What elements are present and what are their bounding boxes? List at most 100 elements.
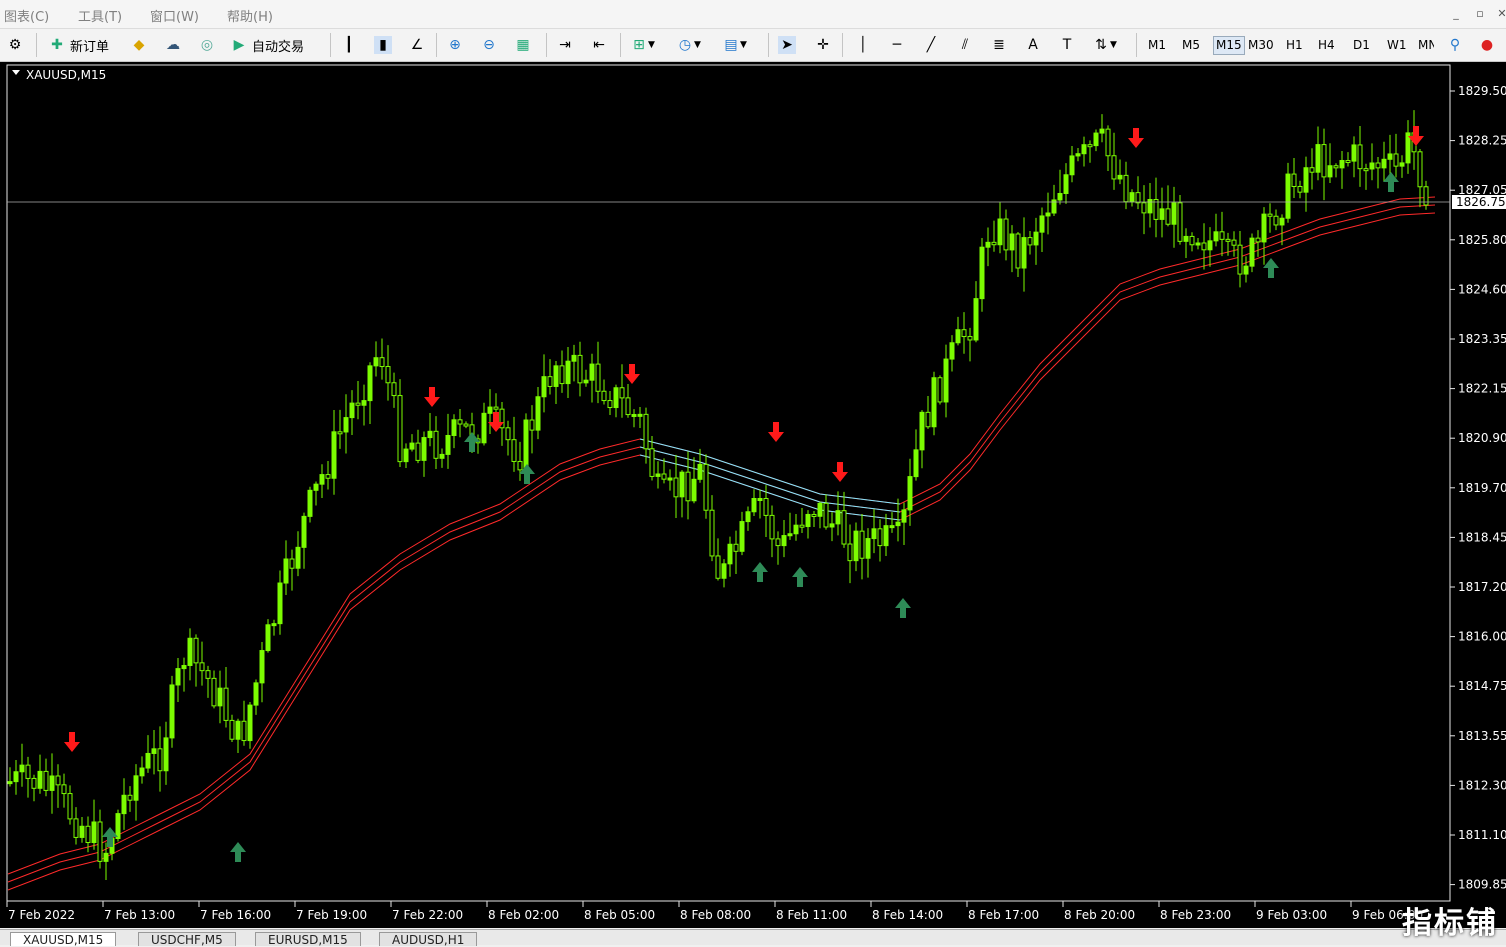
timeframe-m5[interactable]: M5 [1182, 38, 1200, 52]
buy-arrow-icon [895, 598, 911, 618]
candle-body [829, 523, 835, 528]
candle-body [1177, 202, 1183, 242]
candle-body [973, 298, 979, 341]
chart-properties-button[interactable]: ⚙ [6, 33, 24, 57]
candle-body [487, 406, 493, 414]
candle-body [1027, 237, 1033, 246]
candle-body [1261, 213, 1267, 243]
bar-chart-button[interactable]: ┃ [340, 33, 358, 57]
candle-body [31, 777, 37, 789]
text-button[interactable]: A [1024, 33, 1042, 57]
candle-body [25, 764, 31, 779]
candle-body [511, 439, 517, 462]
chart-shift-button[interactable]: ⇤ [590, 33, 608, 57]
candle-body [49, 775, 55, 791]
candle-body [673, 477, 679, 498]
candle-body [313, 483, 319, 491]
crosshair-button[interactable]: ✛ [814, 33, 832, 57]
candle-body [277, 582, 283, 625]
candle-body [13, 771, 19, 783]
restore-button[interactable]: ▫ [1470, 5, 1490, 23]
menu-window[interactable]: 窗口(W) [150, 6, 199, 25]
candle-body [1015, 233, 1021, 269]
candle-body [727, 543, 733, 565]
timeframe-mn[interactable]: MN [1418, 38, 1434, 52]
candle-body [733, 543, 739, 552]
candle-body [853, 530, 859, 562]
auto-scroll-button[interactable]: ⇥ [556, 33, 574, 57]
close-button[interactable]: ✕ [1492, 5, 1506, 23]
timeframe-m30[interactable]: M30 [1248, 38, 1274, 52]
symbol-label: XAUUSD,M15 [26, 68, 106, 82]
timeframe-w1[interactable]: W1 [1387, 38, 1407, 52]
candle-body [1327, 165, 1333, 178]
timeframe-m1[interactable]: M1 [1148, 38, 1166, 52]
candle-body [1153, 199, 1159, 220]
candle-body [721, 563, 727, 579]
price-chart[interactable]: 1829.50 1828.25 1827.05 1825.80 1824.60 1823.… [0, 62, 1506, 928]
candle-body [859, 530, 865, 559]
templates-button[interactable]: ▤ ▼ [722, 33, 747, 57]
menu-help[interactable]: 帮助(H) [227, 6, 273, 25]
new-order-button[interactable]: ✚ 新订单 [48, 33, 109, 57]
line-chart-button[interactable]: ∠ [408, 33, 426, 57]
indicators-button[interactable]: ⊞ ▼ [630, 33, 655, 57]
notifications-button[interactable]: ● [1478, 33, 1496, 57]
timeframe-m15[interactable]: M15 [1213, 36, 1245, 55]
candle-body [451, 419, 457, 436]
new-order-icon: ✚ [51, 37, 63, 53]
timeframe-h4[interactable]: H4 [1318, 38, 1335, 52]
candle-body [997, 218, 1003, 246]
candle-body [1207, 240, 1213, 251]
candle-body [265, 624, 271, 652]
timeframe-h1[interactable]: H1 [1286, 38, 1303, 52]
candle-body [811, 513, 817, 517]
candle-body [787, 533, 793, 537]
candle-body [949, 342, 955, 360]
time-axis-label: 8 Feb 20:00 [1064, 908, 1135, 922]
search-button[interactable]: ⚲ [1446, 33, 1464, 57]
candle-body [355, 402, 361, 406]
time-axis-label: 8 Feb 05:00 [584, 908, 655, 922]
equidistant-channel-button[interactable]: ⫽ [956, 33, 974, 57]
vertical-line-button[interactable]: │ [854, 33, 872, 57]
price-axis-label: 1818.45 [1458, 530, 1506, 544]
candle-body [229, 719, 235, 740]
fibonacci-button[interactable]: ≣ [990, 33, 1008, 57]
gold-button[interactable]: ◆ [130, 33, 148, 57]
time-axis-label: 7 Feb 22:00 [392, 908, 463, 922]
candle-body [649, 448, 655, 477]
zoom-in-button[interactable]: ⊕ [446, 33, 464, 57]
trendline-button[interactable]: ╱ [922, 33, 940, 57]
arrows-button[interactable]: ⇅ ▼ [1092, 33, 1117, 57]
candle-body [367, 365, 373, 402]
minimize-button[interactable]: _ [1446, 5, 1466, 23]
cursor-button[interactable]: ➤ [778, 33, 796, 57]
menu-tools[interactable]: 工具(T) [78, 6, 122, 25]
time-axis-label: 7 Feb 16:00 [200, 908, 271, 922]
indicator-band-line [7, 204, 1436, 883]
tile-windows-button[interactable]: ▦ [514, 33, 532, 57]
candle-body [1285, 173, 1291, 219]
candle-body [1147, 199, 1153, 214]
text-label-button[interactable]: T [1058, 33, 1076, 57]
timeframe-d1[interactable]: D1 [1353, 38, 1370, 52]
candle-body [343, 417, 349, 433]
candle-body [97, 821, 103, 862]
candle-body [1309, 167, 1315, 173]
signals-button[interactable]: ◎ [198, 33, 216, 57]
sell-arrow-icon [832, 462, 848, 482]
auto-trading-button[interactable]: ▶ 自动交易 [230, 33, 304, 57]
candle-body [541, 376, 547, 398]
periods-button[interactable]: ◷ ▼ [676, 33, 701, 57]
candle-body [325, 474, 331, 479]
zoom-out-button[interactable]: ⊖ [480, 33, 498, 57]
collapse-triangle-icon[interactable] [12, 70, 20, 75]
menu-chart[interactable]: 图表(C) [4, 6, 49, 25]
horizontal-line-button[interactable]: ─ [888, 33, 906, 57]
candle-body [205, 670, 211, 679]
candle-body [583, 379, 589, 384]
market-button[interactable]: ☁ [164, 33, 182, 57]
candle-body [187, 637, 193, 666]
candle-chart-button[interactable]: ▮ [374, 33, 392, 57]
